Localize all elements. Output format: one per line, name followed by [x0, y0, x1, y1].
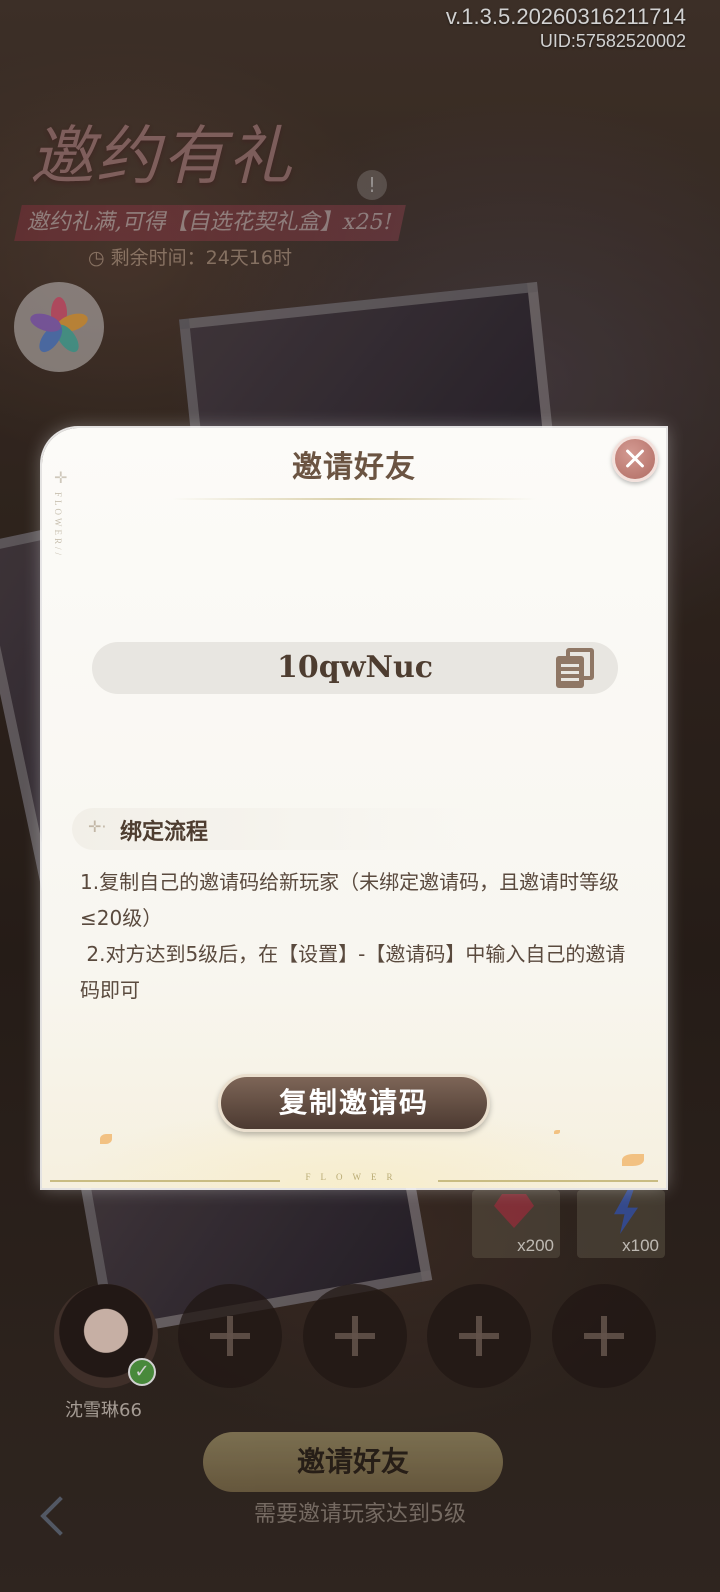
- plus-deco-icon: ✛·: [88, 817, 107, 836]
- petal-deco: [100, 1134, 112, 1144]
- title-divider: [172, 498, 536, 500]
- close-button[interactable]: [612, 436, 658, 482]
- invite-friend-dialog: ✛ FLOWER// 邀请好友 10qwNuc ✛· 绑定流程 1.复制自己的邀…: [42, 428, 666, 1188]
- step-2: 2.对方达到5级后，在【设置】-【邀请码】中输入自己的邀请码即可: [80, 942, 626, 1002]
- petal-deco: [622, 1154, 644, 1166]
- copy-invite-code-button[interactable]: 复制邀请码: [218, 1074, 490, 1132]
- invite-code-box: 10qwNuc: [92, 642, 618, 694]
- footer-deco-text: FLOWER: [305, 1172, 403, 1182]
- flower-deco-text: FLOWER//: [53, 492, 63, 558]
- dialog-title: 邀请好友: [292, 450, 416, 485]
- bind-process-title: 绑定流程: [120, 819, 209, 845]
- invite-code: 10qwNuc: [276, 650, 434, 685]
- petal-deco: [554, 1130, 560, 1134]
- step-1: 1.复制自己的邀请码给新玩家（未绑定邀请码，且邀请时等级≤20级）: [80, 870, 620, 930]
- copy-icon[interactable]: [556, 648, 596, 688]
- bind-process-header: ✛· 绑定流程: [72, 808, 472, 850]
- bind-steps: 1.复制自己的邀请码给新玩家（未绑定邀请码，且邀请时等级≤20级） 2.对方达到…: [80, 864, 636, 1008]
